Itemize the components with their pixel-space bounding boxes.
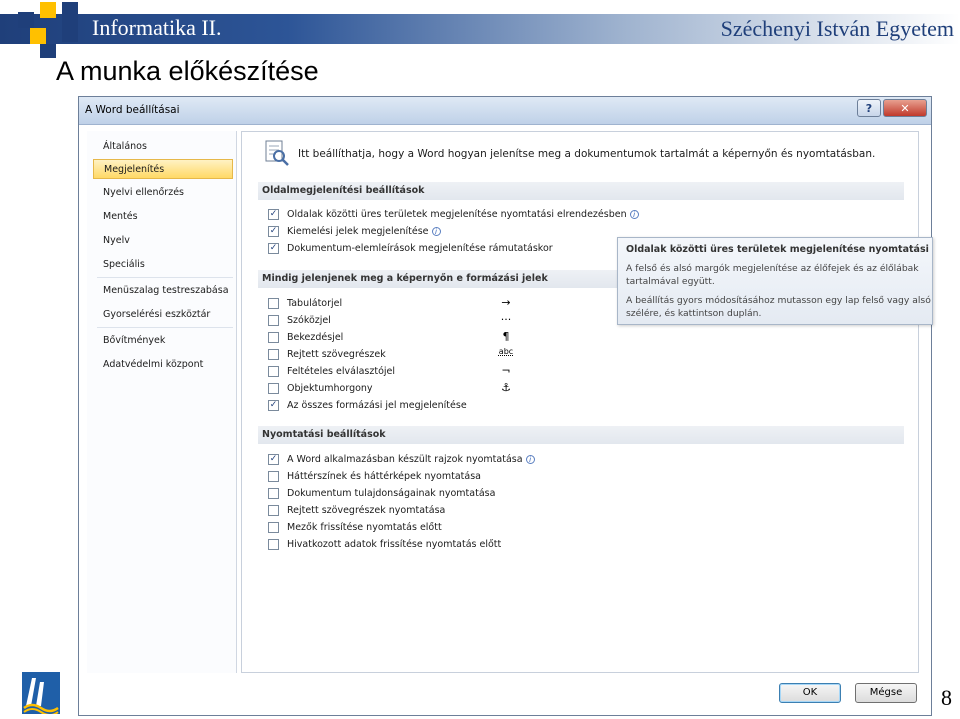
option-row[interactable]: Bekezdésjel ¶ — [268, 330, 510, 345]
word-options-dialog: A Word beállításai ? ✕ Általános Megjele… — [78, 96, 933, 716]
checkbox[interactable]: ✓ — [268, 243, 279, 254]
option-row[interactable]: Mezők frissítése nyomtatás előtt — [268, 520, 442, 535]
space-mark-symbol: ··· — [500, 313, 512, 326]
anchor-icon: ⚓ — [501, 381, 511, 394]
checkbox[interactable] — [268, 298, 279, 309]
checkbox[interactable] — [268, 539, 279, 550]
option-row[interactable]: Hivatkozott adatok frissítése nyomtatás … — [268, 537, 501, 552]
tooltip-text: A beállítás gyors módosításához mutasson… — [626, 295, 931, 306]
slide-number: 8 — [941, 685, 952, 710]
nav-item-display[interactable]: Megjelenítés — [93, 159, 233, 179]
paragraph-mark-symbol: ¶ — [502, 330, 510, 343]
checkbox[interactable] — [268, 332, 279, 343]
nav-item-advanced[interactable]: Speciális — [93, 255, 233, 275]
option-row[interactable]: ✓ Dokumentum-elemleírások megjelenítése … — [268, 241, 553, 256]
option-row[interactable]: ✓ Kiemelési jelek megjelenítése i — [268, 224, 441, 239]
options-nav: Általános Megjelenítés Nyelvi ellenőrzés… — [87, 131, 237, 673]
checkbox[interactable]: ✓ — [268, 454, 279, 465]
option-label: Rejtett szövegrészek — [287, 349, 386, 360]
option-label: Bekezdésjel — [287, 332, 344, 343]
tooltip-text: tartalmával együtt. — [626, 276, 715, 287]
option-label: Rejtett szövegrészek nyomtatása — [287, 505, 446, 516]
option-label: Oldalak közötti üres területek megjelení… — [287, 209, 627, 220]
checkbox[interactable] — [268, 315, 279, 326]
option-row[interactable]: ✓ Oldalak közötti üres területek megjele… — [268, 207, 639, 222]
checkbox[interactable] — [268, 471, 279, 482]
checkbox[interactable]: ✓ — [268, 209, 279, 220]
section-header-page-display: Oldalmegjelenítési beállítások — [258, 182, 904, 200]
tab-mark-symbol: → — [501, 296, 511, 309]
option-row[interactable]: Feltételes elválasztójel ¬ — [268, 364, 511, 379]
info-icon: i — [525, 455, 535, 464]
option-row[interactable]: Dokumentum tulajdonságainak nyomtatása — [268, 486, 495, 501]
option-label: A Word alkalmazásban készült rajzok nyom… — [287, 454, 523, 465]
university-title: Széchenyi István Egyetem — [720, 16, 954, 41]
option-row[interactable]: Tabulátorjel → — [268, 296, 511, 311]
option-label: Feltételes elválasztójel — [287, 366, 396, 377]
course-title: Informatika II. — [92, 15, 222, 40]
optional-hyphen-symbol: ¬ — [501, 364, 511, 377]
option-label: Dokumentum-elemleírások megjelenítése rá… — [287, 243, 553, 254]
option-label: Dokumentum tulajdonságainak nyomtatása — [287, 488, 496, 499]
tooltip-title: Oldalak közötti üres területek megjelení… — [626, 244, 932, 255]
nav-separator — [97, 277, 233, 278]
option-label: Háttérszínek és háttérképek nyomtatása — [287, 471, 481, 482]
option-label: Mezők frissítése nyomtatás előtt — [287, 522, 442, 533]
checkbox[interactable]: ✓ — [268, 400, 279, 411]
dialog-titlebar: A Word beállításai ? ✕ — [79, 97, 931, 125]
option-row[interactable]: Háttérszínek és háttérképek nyomtatása — [268, 469, 481, 484]
help-button[interactable]: ? — [857, 99, 881, 117]
info-icon: i — [629, 210, 639, 219]
dialog-title: A Word beállításai — [85, 104, 180, 116]
nav-item-save[interactable]: Mentés — [93, 207, 233, 227]
slide-title: A munka előkészítése — [56, 56, 319, 86]
option-row[interactable]: Rejtett szövegrészek nyomtatása — [268, 503, 445, 518]
option-row[interactable]: Objektumhorgony ⚓ — [268, 381, 511, 396]
nav-separator — [97, 327, 233, 328]
nav-item-language[interactable]: Nyelv — [93, 231, 233, 251]
close-button[interactable]: ✕ — [883, 99, 927, 117]
option-label: Objektumhorgony — [287, 383, 373, 394]
option-tooltip: Oldalak közötti üres területek megjelení… — [617, 237, 933, 325]
display-settings-icon — [265, 140, 289, 166]
university-logo — [22, 672, 60, 714]
checkbox[interactable] — [268, 488, 279, 499]
nav-item-add-ins[interactable]: Bővítmények — [93, 331, 233, 351]
checkbox[interactable]: ✓ — [268, 226, 279, 237]
options-content: Itt beállíthatja, hogy a Word hogyan jel… — [241, 131, 919, 673]
tooltip-text: szélére, és kattintson duplán. — [626, 308, 762, 319]
checkbox[interactable] — [268, 522, 279, 533]
checkbox[interactable] — [268, 349, 279, 360]
nav-item-proofing[interactable]: Nyelvi ellenőrzés — [93, 183, 233, 203]
tooltip-text: A felső és alsó margók megjelenítése az … — [626, 263, 919, 274]
option-label: Kiemelési jelek megjelenítése — [287, 226, 429, 237]
nav-item-quick-access-toolbar[interactable]: Gyorselérési eszköztár — [93, 305, 233, 325]
checkbox[interactable] — [268, 505, 279, 516]
checkbox[interactable] — [268, 383, 279, 394]
option-row[interactable]: ✓ Az összes formázási jel megjelenítése — [268, 398, 467, 413]
checkbox[interactable] — [268, 366, 279, 377]
option-label: Az összes formázási jel megjelenítése — [287, 400, 467, 411]
intro-text: Itt beállíthatja, hogy a Word hogyan jel… — [298, 148, 876, 160]
hidden-text-symbol: abc — [498, 347, 514, 356]
cancel-button[interactable]: Mégse — [855, 683, 917, 703]
nav-item-trust-center[interactable]: Adatvédelmi központ — [93, 355, 233, 375]
option-label: Tabulátorjel — [287, 298, 343, 309]
slide-logo-squares — [0, 0, 80, 60]
option-label: Szóközjel — [287, 315, 331, 326]
nav-item-general[interactable]: Általános — [93, 137, 233, 157]
option-row[interactable]: Szóközjel ··· — [268, 313, 511, 328]
option-row[interactable]: Rejtett szövegrészek abc — [268, 347, 513, 362]
info-icon: i — [431, 227, 441, 236]
option-label: Hivatkozott adatok frissítése nyomtatás … — [287, 539, 502, 550]
option-row[interactable]: ✓ A Word alkalmazásban készült rajzok ny… — [268, 452, 535, 467]
ok-button[interactable]: OK — [779, 683, 841, 703]
section-header-printing: Nyomtatási beállítások — [258, 426, 904, 444]
nav-item-customize-ribbon[interactable]: Menüszalag testreszabása — [93, 281, 233, 301]
